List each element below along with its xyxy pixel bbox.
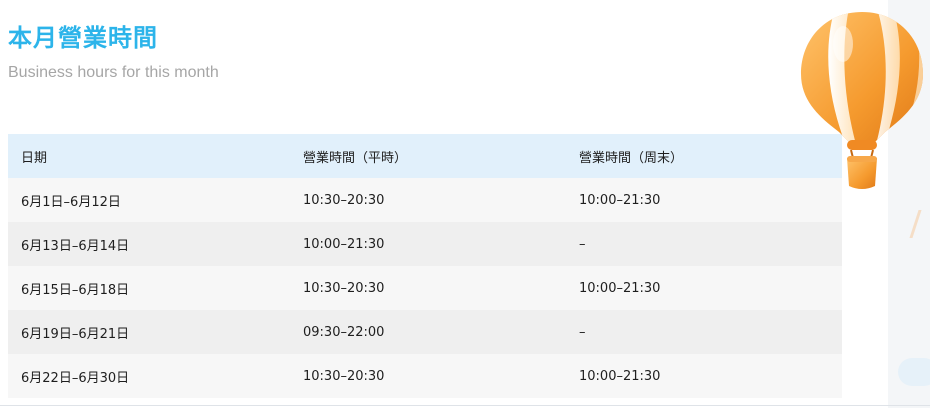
- cell-date: 6月22日–6月30日: [21, 370, 130, 386]
- cell-date: 6月1日–6月12日: [21, 194, 121, 210]
- cell-weekend-hours: 10:00–21:30: [579, 280, 661, 296]
- cell-weekday-hours: 09:30–22:00: [303, 324, 385, 340]
- table-row: 6月22日–6月30日 10:30–20:30 10:00–21:30: [8, 354, 842, 398]
- cell-weekday-hours: 10:30–20:30: [303, 368, 385, 384]
- table-row: 6月13日–6月14日 10:00–21:30 –: [8, 222, 842, 266]
- cell-weekday-hours: 10:30–20:30: [303, 192, 385, 208]
- page-title: 本月營業時間: [8, 24, 158, 52]
- bottom-divider: [0, 405, 930, 406]
- cell-date: 6月13日–6月14日: [21, 238, 130, 254]
- table-header-row: 日期 營業時間（平時） 營業時間（周末）: [8, 134, 842, 178]
- table-row: 6月1日–6月12日 10:30–20:30 10:00–21:30: [8, 178, 842, 222]
- hot-air-balloon-icon: [801, 12, 923, 189]
- cell-weekday-hours: 10:00–21:30: [303, 236, 385, 252]
- column-header-weekday-hours: 營業時間（平時）: [303, 150, 408, 166]
- cell-weekend-hours: –: [579, 236, 586, 252]
- cell-date: 6月15日–6月18日: [21, 282, 130, 298]
- table-row: 6月15日–6月18日 10:30–20:30 10:00–21:30: [8, 266, 842, 310]
- column-header-date: 日期: [21, 150, 48, 166]
- table-row: 6月19日–6月21日 09:30–22:00 –: [8, 310, 842, 354]
- cell-weekend-hours: –: [579, 324, 586, 340]
- cell-weekday-hours: 10:30–20:30: [303, 280, 385, 296]
- cell-weekend-hours: 10:00–21:30: [579, 368, 661, 384]
- decorative-pill: [898, 358, 930, 386]
- page-subtitle: Business hours for this month: [8, 64, 219, 81]
- cell-date: 6月19日–6月21日: [21, 326, 130, 342]
- business-hours-table: 日期 營業時間（平時） 營業時間（周末） 6月1日–6月12日 10:30–20…: [8, 134, 842, 398]
